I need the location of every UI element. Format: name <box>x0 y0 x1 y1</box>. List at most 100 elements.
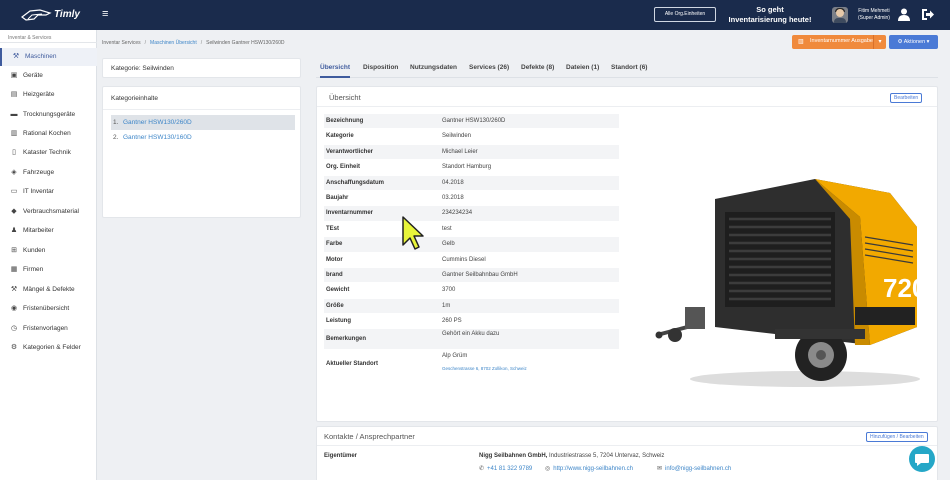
property-label: Kategorie <box>326 133 354 140</box>
tab-defekte[interactable]: Defekte (8) <box>521 58 554 78</box>
building-icon: ▦ <box>10 266 18 273</box>
breadcrumb-item[interactable]: Maschinen Übersicht <box>150 40 197 46</box>
property-row: Verantwortlicher Michael Leier <box>324 144 619 161</box>
property-label: TEst <box>326 225 340 232</box>
actions-button[interactable]: ⚙ Aktionen ▾ <box>889 35 938 49</box>
list-item[interactable]: 2. Gantner HSW130/160D <box>111 130 295 145</box>
tab-standort[interactable]: Standort (6) <box>611 58 647 78</box>
top-bar: Timly ≡ Alle Org.Einheiten So geht Inven… <box>0 0 950 30</box>
contacts-title: Kontakte / Ansprechpartner <box>324 432 415 441</box>
location-name: Alp Grüm <box>442 353 468 360</box>
mouse-cursor-icon <box>402 216 424 250</box>
contacts-panel: Kontakte / Ansprechpartner Hinzufügen / … <box>316 426 938 480</box>
property-label: Baujahr <box>326 194 349 201</box>
menu-toggle-icon[interactable]: ≡ <box>102 8 108 20</box>
property-row: Motor Cummins Diesel <box>324 253 619 268</box>
list-item-label[interactable]: Gantner HSW130/160D <box>123 130 192 145</box>
list-item-label[interactable]: Gantner HSW130/260D <box>123 115 192 130</box>
sidebar-item-mängel-defekte[interactable]: ⚒ Mängel & Defekte <box>0 281 97 299</box>
clock-icon: ◷ <box>10 325 18 332</box>
property-value: 03.2018 <box>442 194 464 201</box>
location-address-link[interactable]: Geschenstrasse 6, 8702 Zollikon, Schweiz <box>442 366 527 371</box>
gear-icon: ⚙ <box>897 39 903 45</box>
edit-button[interactable]: Bearbeiten <box>890 93 923 103</box>
sidebar-item-rational-kochen[interactable]: ▥ Rational Kochen <box>0 125 97 143</box>
sidebar-item-kunden[interactable]: ⊞ Kunden <box>0 242 97 260</box>
property-value: Gehört ein Akku dazu <box>442 331 500 338</box>
sidebar-item-label: Kategorien & Felder <box>23 344 81 351</box>
company-address: Industriestrasse 5, 7204 Untervaz, Schwe… <box>549 453 665 459</box>
sidebar-item-verbrauchsmaterial[interactable]: ◆ Verbrauchsmaterial <box>0 203 97 221</box>
website-contact[interactable]: ◎ http://www.nigg-seilbahnen.ch <box>545 465 633 472</box>
sidebar-item-fristenübersicht[interactable]: ◉ Fristenübersicht <box>0 300 97 318</box>
sidebar-item-fahrzeuge[interactable]: ◈ Fahrzeuge <box>0 164 97 182</box>
sidebar-item-trocknungsgeräte[interactable]: ▬ Trocknungsgeräte <box>0 106 97 124</box>
property-label: Anschaffungsdatum <box>326 179 385 186</box>
slogan-line-2: Inventarisierung heute! <box>728 15 812 24</box>
tab-nutzungsdaten[interactable]: Nutzungsdaten <box>410 58 457 78</box>
list-item[interactable]: 1. Gantner HSW130/260D <box>111 115 295 130</box>
inventory-number-label: Inventarnummer Ausgabe <box>810 38 873 44</box>
property-label: Gewicht <box>326 287 350 294</box>
tab-services[interactable]: Services (26) <box>469 58 509 78</box>
sitemap-icon: ⊞ <box>11 247 17 254</box>
sidebar-item-maschinen[interactable]: ⚒ Maschinen <box>0 48 97 66</box>
email-contact[interactable]: ✉ info@nigg-seilbahnen.ch <box>657 465 731 472</box>
property-label: Bemerkungen <box>326 336 367 343</box>
breadcrumb-item[interactable]: Inventar Services <box>102 40 141 46</box>
sidebar-item-label: Kataster Technik <box>23 149 71 156</box>
sidebar-item-fristenvorlagen[interactable]: ◷ Fristenvorlagen <box>0 320 97 338</box>
eye-icon: ◉ <box>10 305 18 312</box>
phone-contact[interactable]: ✆ +41 81 322 9789 <box>479 465 532 472</box>
property-row: Gewicht 3700 <box>324 283 619 299</box>
add-edit-contact-button[interactable]: Hinzufügen / Bearbeiten <box>866 432 928 442</box>
phone-number[interactable]: +41 81 322 9789 <box>487 466 532 472</box>
property-value: 234234234 <box>442 210 473 217</box>
chevron-down-icon[interactable]: ▾ <box>873 35 886 49</box>
sidebar-item-kataster-technik[interactable]: ▯ Kataster Technik <box>0 144 97 162</box>
property-label: Verantwortlicher <box>326 148 374 155</box>
property-row: Leistung 260 PS <box>324 314 619 330</box>
sidebar-item-mitarbeiter[interactable]: ♟ Mitarbeiter <box>0 222 97 240</box>
logo-text: Timly <box>54 9 80 20</box>
breadcrumb: Inventar Services / Maschinen Übersicht / Se… <box>102 40 285 46</box>
detail-tabs: Übersicht Disposition Nutzungsdaten Serv… <box>316 58 938 78</box>
user-name: Fitim Mehmeti <box>858 8 890 14</box>
company-name: Nigg Seilbahnen GmbH, <box>479 453 548 459</box>
sidebar-item-heizgeräte[interactable]: ▤ Heizgeräte <box>0 86 97 104</box>
property-row: Anschaffungsdatum 04.2018 <box>324 175 619 191</box>
truck-icon: ▬ <box>10 111 18 118</box>
truck-loading-icon: ◆ <box>11 208 17 215</box>
sidebar-item-label: Maschinen <box>25 53 57 60</box>
logout-icon[interactable] <box>921 8 934 21</box>
bank-icon: ▥ <box>10 130 18 137</box>
sidebar-item-kategorien-felder[interactable]: ⚙ Kategorien & Felder <box>0 339 97 367</box>
user-info[interactable]: Fitim Mehmeti (Super Admin) <box>858 8 890 22</box>
property-row: brand Gantner Seilbahnbau GmbH <box>324 267 619 284</box>
avatar[interactable] <box>832 7 848 23</box>
properties-table: Bezeichnung Gantner HSW130/260D Kategorie S… <box>324 114 619 379</box>
chat-button[interactable] <box>909 446 935 472</box>
wrench-icon: ⚒ <box>10 286 18 293</box>
inventory-number-button[interactable]: ▥ Inventarnummer Ausgabe ▾ <box>792 35 886 49</box>
logo[interactable]: Timly <box>20 7 80 23</box>
category-contents-panel: Kategorieinhalte 1. Gantner HSW130/260D … <box>102 86 301 218</box>
email-link[interactable]: info@nigg-seilbahnen.ch <box>665 466 731 472</box>
sidebar-item-it-inventar[interactable]: ▭ IT Inventar <box>0 183 97 201</box>
sidebar-item-label: Trocknungsgeräte <box>23 111 76 118</box>
sidebar-item-geräte[interactable]: ▣ Geräte <box>0 67 97 85</box>
sidebar-item-firmen[interactable]: ▦ Firmen <box>0 261 97 279</box>
sidebar-item-label: Mitarbeiter <box>23 227 54 234</box>
tab-uebersicht[interactable]: Übersicht <box>320 58 350 78</box>
user-icon[interactable] <box>898 8 910 21</box>
property-value: Michael Leier <box>442 148 478 155</box>
overview-title: Übersicht <box>329 93 361 102</box>
sidebar-item-label: Fristenvorlagen <box>23 325 68 332</box>
sidebar-item-label: Mängel & Defekte <box>23 286 75 293</box>
tab-disposition[interactable]: Disposition <box>363 58 398 78</box>
property-label: Bezeichnung <box>326 118 364 124</box>
breadcrumb-current: Seilwinden Gantner HSW130/260D <box>206 40 285 46</box>
org-unit-button[interactable]: Alle Org.Einheiten <box>654 7 716 22</box>
tab-dateien[interactable]: Dateien (1) <box>566 58 599 78</box>
website-link[interactable]: http://www.nigg-seilbahnen.ch <box>553 466 633 472</box>
